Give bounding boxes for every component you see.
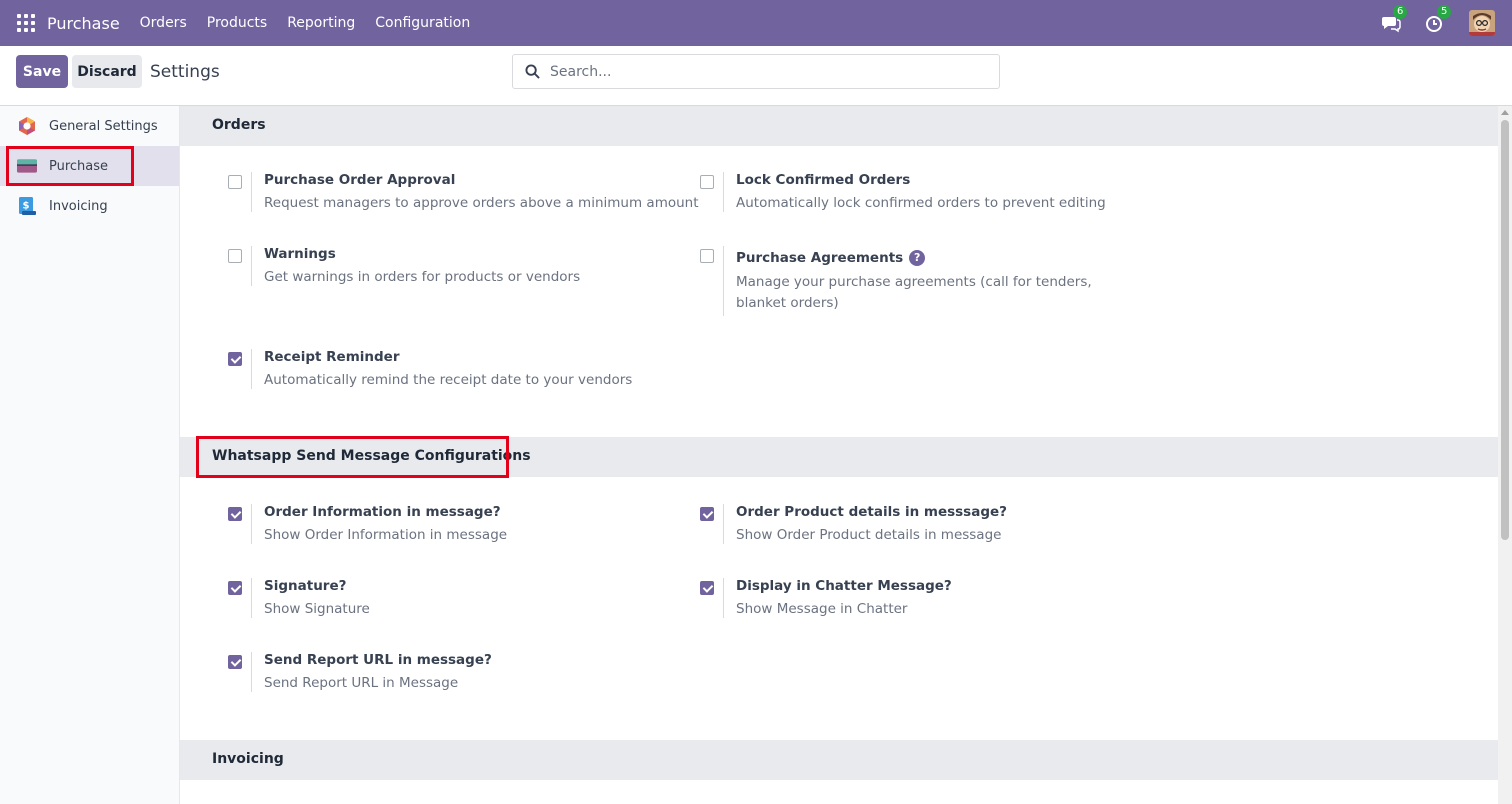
odoo-logo-icon [17,116,37,136]
menu-reporting[interactable]: Reporting [287,15,355,31]
search-icon [525,64,540,79]
setting-description: Automatically remind the receipt date to… [264,372,633,388]
user-avatar[interactable] [1469,10,1495,36]
messages-badge: 6 [1393,5,1408,19]
apps-grid-icon[interactable] [17,14,35,32]
sidebar-item-label: General Settings [49,118,158,134]
checkbox[interactable] [700,581,714,595]
settings-main: Orders Purchase Order Approval Request m… [180,106,1498,804]
sidebar-item-general-settings[interactable]: General Settings [0,106,179,146]
setting-purchase-order-approval: Purchase Order Approval Request managers… [228,172,699,212]
section-title: Orders [212,117,266,133]
search-box[interactable] [512,54,1000,89]
checkbox[interactable] [228,352,242,366]
setting-title: Signature? [264,578,347,594]
scrollbar-thumb[interactable] [1501,120,1509,540]
checkbox[interactable] [700,507,714,521]
app-name[interactable]: Purchase [47,14,120,33]
setting-warnings: Warnings Get warnings in orders for prod… [228,246,678,286]
checkbox[interactable] [228,175,242,189]
menu-products[interactable]: Products [207,15,267,31]
setting-description: Manage your purchase agreements (call fo… [736,274,1092,311]
activities-button[interactable]: 5 [1425,5,1452,33]
search-input[interactable] [550,63,970,80]
help-icon[interactable]: ? [909,250,926,266]
setting-title-row: Purchase Agreements? [736,250,926,266]
setting-title: Receipt Reminder [264,349,400,365]
purchase-app-icon [17,156,37,176]
breadcrumb: Settings [150,62,220,82]
settings-sidebar: General Settings Purchase $ Invoicing [0,106,180,804]
scroll-up-arrow-icon[interactable] [1501,110,1509,115]
setting-description: Automatically lock confirmed orders to p… [736,195,1106,211]
setting-description: Show Signature [264,601,370,617]
setting-order-information: Order Information in message? Show Order… [228,504,678,544]
setting-description: Show Order Product details in message [736,527,1002,543]
checkbox[interactable] [700,175,714,189]
setting-signature: Signature? Show Signature [228,578,678,618]
setting-title: Send Report URL in message? [264,652,492,668]
discard-button[interactable]: Discard [72,55,142,88]
setting-order-product-details: Order Product details in messsage? Show … [700,504,1150,544]
setting-description: Request managers to approve orders above… [264,195,699,211]
section-title: Whatsapp Send Message Configurations [212,448,531,464]
checkbox[interactable] [228,507,242,521]
setting-title: Purchase Order Approval [264,172,456,188]
section-header-invoicing: Invoicing [180,740,1498,780]
setting-title: Purchase Agreements [736,250,904,266]
control-panel: Save Discard Settings [0,46,1512,106]
checkbox[interactable] [228,581,242,595]
section-title: Invoicing [212,751,284,767]
setting-title: Display in Chatter Message? [736,578,952,594]
activities-badge: 5 [1437,5,1452,19]
vertical-scrollbar[interactable] [1498,106,1512,804]
setting-description: Send Report URL in Message [264,675,459,691]
setting-title: Order Information in message? [264,504,501,520]
menu-configuration[interactable]: Configuration [375,15,470,31]
save-button[interactable]: Save [16,55,68,88]
menu-orders[interactable]: Orders [140,15,187,31]
sidebar-item-label: Purchase [49,158,109,174]
sidebar-item-purchase[interactable]: Purchase [0,146,179,186]
section-header-orders: Orders [180,106,1498,146]
setting-description: Show Order Information in message [264,527,508,543]
sidebar-item-label: Invoicing [49,198,108,214]
setting-title: Warnings [264,246,336,262]
top-navbar: Purchase Orders Products Reporting Confi… [0,0,1512,46]
setting-receipt-reminder: Receipt Reminder Automatically remind th… [228,349,678,389]
checkbox[interactable] [228,655,242,669]
invoicing-app-icon: $ [17,196,37,216]
setting-send-report-url: Send Report URL in message? Send Report … [228,652,678,692]
checkbox[interactable] [228,249,242,263]
setting-display-in-chatter: Display in Chatter Message? Show Message… [700,578,1150,618]
checkbox[interactable] [700,249,714,263]
setting-purchase-agreements: Purchase Agreements? Manage your purchas… [700,246,1150,316]
setting-description: Get warnings in orders for products or v… [264,269,581,285]
setting-title: Lock Confirmed Orders [736,172,911,188]
section-header-whatsapp: Whatsapp Send Message Configurations [180,437,1498,477]
sidebar-item-invoicing[interactable]: $ Invoicing [0,186,179,226]
setting-lock-confirmed-orders: Lock Confirmed Orders Automatically lock… [700,172,1150,212]
svg-text:$: $ [23,201,30,212]
setting-description: Show Message in Chatter [736,601,908,617]
messages-button[interactable]: 6 [1381,5,1408,33]
setting-title: Order Product details in messsage? [736,504,1007,520]
